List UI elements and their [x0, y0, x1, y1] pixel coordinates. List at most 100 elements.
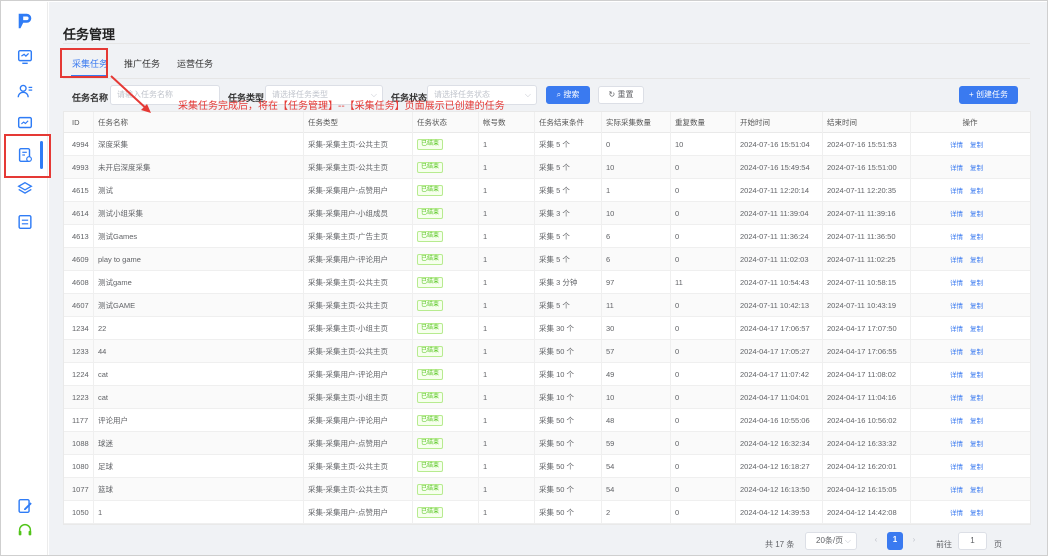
layers-icon[interactable]	[14, 178, 36, 200]
table-cell: 采集 10 个	[539, 392, 575, 402]
status-cell: 已结束	[417, 225, 479, 247]
table-cell: 采集-采集主页-小组主页	[308, 323, 388, 333]
detail-link[interactable]: 详情	[950, 231, 963, 241]
pagination-total: 共 17 条	[765, 540, 795, 549]
table-cell: 48	[606, 415, 615, 425]
tabs-divider	[63, 78, 1030, 79]
copy-link[interactable]: 复制	[970, 484, 983, 494]
detail-link[interactable]: 详情	[950, 484, 963, 494]
column-header: 操作	[962, 117, 978, 127]
headset-icon[interactable]	[14, 519, 36, 541]
detail-link[interactable]: 详情	[950, 254, 963, 264]
reset-button[interactable]: ↻ 重置	[598, 86, 644, 104]
copy-link[interactable]: 复制	[970, 392, 983, 402]
detail-link[interactable]: 详情	[950, 277, 963, 287]
document-icon[interactable]	[14, 211, 36, 233]
actions-cell: 详情 复制	[915, 248, 1025, 270]
copy-link[interactable]: 复制	[970, 162, 983, 172]
copy-link[interactable]: 复制	[970, 277, 983, 287]
status-cell: 已结束	[417, 501, 479, 523]
table-cell: 2024-04-12 14:42:08	[827, 507, 897, 517]
copy-link[interactable]: 复制	[970, 139, 983, 149]
users-icon[interactable]	[14, 80, 36, 102]
table-cell: 1	[483, 254, 488, 264]
copy-link[interactable]: 复制	[970, 323, 983, 333]
copy-link[interactable]: 复制	[970, 346, 983, 356]
monitor-icon[interactable]	[14, 112, 36, 134]
table-cell: 2024-07-11 11:36:50	[827, 231, 896, 241]
annotation-arrow	[110, 75, 151, 113]
status-badge: 已结束	[417, 460, 444, 472]
detail-link[interactable]: 详情	[950, 208, 963, 218]
table-cell: 0	[675, 461, 680, 471]
tab-collect[interactable]: 采集任务	[72, 57, 108, 70]
status-badge: 已结束	[417, 483, 444, 495]
table-cell: 2024-04-17 17:06:57	[740, 323, 810, 333]
actions-cell: 详情 复制	[915, 432, 1025, 454]
page-size-select[interactable]: 20条/页 ⌵	[805, 532, 857, 550]
table-cell: 2024-04-17 17:07:50	[827, 323, 897, 333]
status-cell: 已结束	[417, 294, 479, 316]
table-cell: 采集 5 个	[539, 231, 570, 241]
table-cell: 2024-04-17 11:04:01	[740, 392, 810, 402]
goto-label: 前往	[936, 540, 952, 549]
prev-page-button[interactable]: ‹	[867, 532, 885, 550]
table-cell: 2024-04-12 16:33:32	[827, 438, 897, 448]
copy-link[interactable]: 复制	[970, 438, 983, 448]
app-logo-icon[interactable]	[14, 10, 36, 32]
column-header: 结束时间	[827, 117, 857, 127]
next-page-button[interactable]: ›	[905, 532, 923, 550]
copy-link[interactable]: 复制	[970, 208, 983, 218]
table-cell: 采集 50 个	[539, 346, 575, 356]
table-cell: 深度采集	[98, 139, 128, 149]
copy-link[interactable]: 复制	[970, 415, 983, 425]
status-badge: 已结束	[417, 345, 444, 357]
copy-link[interactable]: 复制	[970, 300, 983, 310]
status-cell: 已结束	[417, 455, 479, 477]
table-cell: 0	[675, 369, 680, 379]
table-cell: 6	[606, 231, 611, 241]
actions-cell: 详情 复制	[915, 455, 1025, 477]
table-row: 1234 22 采集-采集主页-小组主页 已结束 1 采集 30 个 30 0 2024-04-…	[64, 317, 1030, 340]
table-cell: 6	[606, 254, 611, 264]
current-page[interactable]: 1	[887, 532, 903, 550]
copy-link[interactable]: 复制	[970, 369, 983, 379]
detail-link[interactable]: 详情	[950, 185, 963, 195]
table-row: 4613 测试Games 采集-采集主页-广告主页 已结束 1 采集 5 个 6 0 2024-…	[64, 225, 1030, 248]
table-cell: 57	[606, 346, 615, 356]
detail-link[interactable]: 详情	[950, 162, 963, 172]
detail-link[interactable]: 详情	[950, 346, 963, 356]
detail-link[interactable]: 详情	[950, 461, 963, 471]
copy-link[interactable]: 复制	[970, 185, 983, 195]
dashboard-icon[interactable]	[14, 46, 36, 68]
table-cell: 测试Games	[98, 231, 138, 241]
table-cell: 10	[675, 139, 684, 149]
tab-operate[interactable]: 运营任务	[177, 57, 213, 70]
detail-link[interactable]: 详情	[950, 438, 963, 448]
detail-link[interactable]: 详情	[950, 369, 963, 379]
goto-page-input[interactable]: 1	[958, 532, 987, 550]
table-row: 4614 测试小组采集 采集-采集用户-小组成员 已结束 1 采集 3 个 10 0 2024-…	[64, 202, 1030, 225]
detail-link[interactable]: 详情	[950, 415, 963, 425]
table-cell: 测试小组采集	[98, 208, 143, 218]
detail-link[interactable]: 详情	[950, 139, 963, 149]
table-cell: 采集-采集主页-广告主页	[308, 231, 388, 241]
detail-link[interactable]: 详情	[950, 323, 963, 333]
detail-link[interactable]: 详情	[950, 392, 963, 402]
search-button[interactable]: ⌕ 搜索	[546, 86, 590, 104]
copy-link[interactable]: 复制	[970, 231, 983, 241]
table-cell: 2024-04-12 16:20:01	[827, 461, 897, 471]
task-list-icon[interactable]	[14, 144, 36, 166]
tab-promote[interactable]: 推广任务	[124, 57, 160, 70]
actions-cell: 详情 复制	[915, 409, 1025, 431]
detail-link[interactable]: 详情	[950, 300, 963, 310]
sidebar	[2, 2, 48, 555]
edit-icon[interactable]	[14, 495, 36, 517]
copy-link[interactable]: 复制	[970, 461, 983, 471]
create-task-button[interactable]: + 创建任务	[959, 86, 1018, 104]
copy-link[interactable]: 复制	[970, 507, 983, 517]
copy-link[interactable]: 复制	[970, 254, 983, 264]
table-cell: 0	[675, 346, 680, 356]
detail-link[interactable]: 详情	[950, 507, 963, 517]
table-cell: 1	[483, 484, 488, 494]
